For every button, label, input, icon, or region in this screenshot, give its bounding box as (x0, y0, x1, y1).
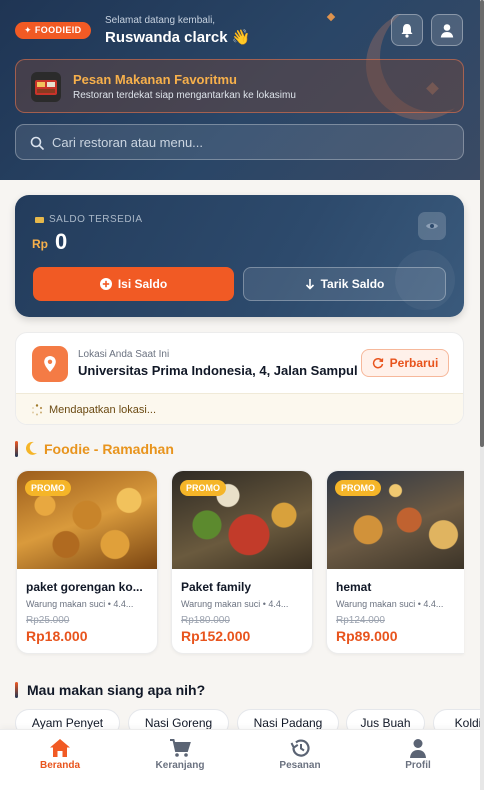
plus-circle-icon (99, 278, 112, 290)
nav-label: Keranjang (155, 760, 205, 771)
location-address: Universitas Prima Indonesia, 4, Jalan Sa… (78, 363, 358, 378)
withdraw-button[interactable]: Tarik Saldo (243, 267, 446, 301)
topup-button[interactable]: Isi Saldo (33, 267, 234, 301)
food-name: hemat (336, 580, 372, 594)
search-bar[interactable] (15, 124, 464, 160)
brand-badge: ✦ FOODIEID (15, 22, 91, 39)
promo-title: Pesan Makanan Favoritmu (73, 72, 237, 87)
nav-label: Profil (405, 760, 431, 771)
section-title-lunch: Mau makan siang apa nih? (27, 682, 206, 698)
food-shop: Warung makan suci • 4.4... (336, 599, 444, 609)
section-accent-bar (15, 682, 18, 698)
loading-spinner-icon (32, 404, 43, 416)
location-card: Lokasi Anda Saat Ini Universitas Prima I… (15, 332, 464, 425)
greeting-text: Selamat datang kembali, (105, 15, 216, 26)
withdraw-label: Tarik Saldo (320, 277, 385, 291)
balance-label: SALDO TERSEDIA (49, 214, 143, 225)
food-card[interactable]: PROMO paket gorengan ko... Warung makan … (16, 470, 158, 654)
home-icon (50, 739, 70, 757)
balance-currency: Rp (32, 237, 48, 251)
promo-badge: PROMO (335, 480, 382, 496)
nav-item-orders[interactable]: Pesanan (240, 730, 360, 790)
search-input[interactable] (52, 125, 452, 159)
refresh-label: Perbarui (389, 356, 439, 370)
balance-card: SALDO TERSEDIA Rp 0 Isi Saldo Tarik Sald… (15, 195, 464, 317)
food-card[interactable]: PROMO hemat Warung makan suci • 4.4... R… (326, 470, 464, 654)
nav-item-profile[interactable]: Profil (358, 730, 478, 790)
wallet-icon (35, 217, 44, 223)
nav-item-cart[interactable]: Keranjang (120, 730, 240, 790)
user-name: Ruswanda clarck 👋 (105, 29, 251, 46)
food-price: Rp89.000 (336, 628, 398, 644)
promo-badge: PROMO (25, 480, 72, 496)
refresh-location-button[interactable]: Perbarui (361, 349, 449, 377)
user-icon (440, 23, 454, 37)
bell-icon (401, 23, 413, 38)
promo-subtitle: Restoran terdekat siap mengantarkan ke l… (73, 90, 296, 101)
food-shop: Warung makan suci • 4.4... (181, 599, 289, 609)
promo-banner[interactable]: Pesan Makanan Favoritmu Restoran terdeka… (15, 59, 464, 113)
balance-amount: 0 (55, 229, 68, 254)
cart-icon (170, 739, 191, 757)
scrollbar-thumb[interactable] (480, 0, 484, 447)
location-status-text: Mendapatkan lokasi... (49, 404, 157, 416)
nav-item-home[interactable]: Beranda (0, 730, 120, 790)
toggle-balance-visibility-button[interactable] (418, 212, 446, 240)
food-old-price: Rp180.000 (181, 615, 230, 626)
arrow-down-icon (305, 279, 314, 290)
food-name: Paket family (181, 580, 252, 594)
food-old-price: Rp25.000 (26, 615, 70, 626)
topup-label: Isi Saldo (117, 277, 168, 291)
food-price: Rp18.000 (26, 628, 88, 644)
bottom-navigation: Beranda Keranjang Pesanan Profil (0, 729, 480, 790)
location-pin-icon (32, 346, 68, 382)
page-scrollbar[interactable] (480, 0, 484, 790)
app-header: ✦ FOODIEID Selamat datang kembali, Ruswa… (0, 0, 480, 180)
person-icon (410, 739, 426, 758)
food-shop: Warung makan suci • 4.4... (26, 599, 134, 609)
food-card[interactable]: PROMO Paket family Warung makan suci • 4… (171, 470, 313, 654)
food-name: paket gorengan ko... (26, 580, 143, 594)
nav-label: Beranda (39, 760, 80, 771)
food-price: Rp152.000 (181, 628, 251, 644)
crescent-icon (25, 441, 37, 455)
location-caption: Lokasi Anda Saat Ini (78, 349, 170, 360)
star-decoration (326, 12, 336, 22)
notification-button[interactable] (391, 14, 423, 46)
promo-badge: PROMO (180, 480, 227, 496)
nav-label: Pesanan (279, 760, 321, 771)
refresh-icon (372, 357, 383, 369)
section-title-ramadhan: Foodie - Ramadhan (44, 441, 174, 457)
search-icon (30, 136, 44, 150)
location-status-bar: Mendapatkan lokasi... (16, 393, 463, 424)
eye-icon (426, 223, 438, 229)
food-old-price: Rp124.000 (336, 615, 385, 626)
history-icon (290, 739, 310, 757)
profile-button[interactable] (431, 14, 463, 46)
section-accent-bar (15, 441, 18, 457)
food-box-icon (31, 72, 61, 102)
